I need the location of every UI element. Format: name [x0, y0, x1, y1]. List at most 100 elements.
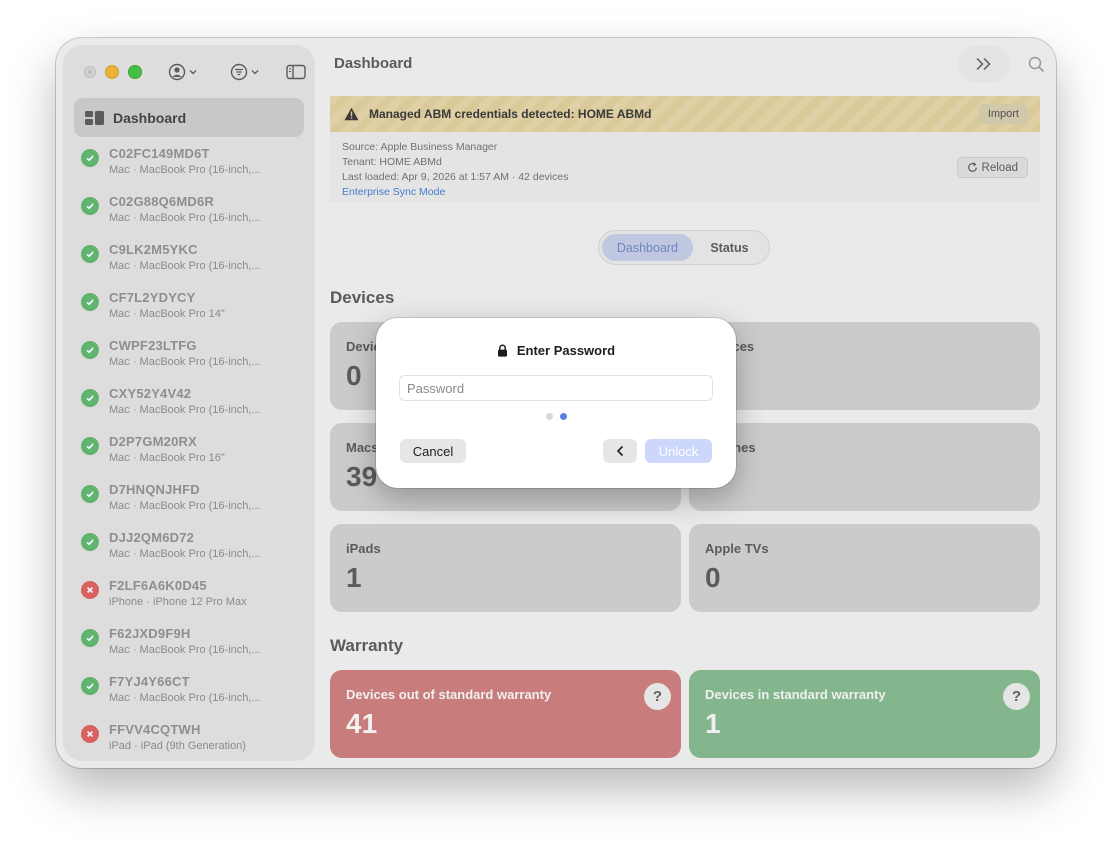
- source-info-panel: Source: Apple Business Manager Tenant: H…: [330, 132, 1040, 202]
- chevron-double-right-icon: [976, 57, 991, 71]
- reload-icon: [967, 162, 977, 172]
- toggle-sidebar-button[interactable]: [286, 62, 306, 82]
- minimize-window-button[interactable]: [105, 65, 119, 79]
- zoom-window-button[interactable]: [128, 65, 142, 79]
- device-model: Mac · MacBook Pro (16-inch,...: [109, 548, 261, 560]
- device-serial: C02G88Q6MD6R: [109, 194, 214, 209]
- card-label: Devices: [705, 339, 1024, 354]
- search-button[interactable]: [1018, 46, 1054, 82]
- sidebar: Dashboard C02FC149MD6T Mac · MacBook Pro …: [64, 46, 314, 760]
- device-serial: D7HNQNJHFD: [109, 482, 200, 497]
- settings-light-icon[interactable]: [83, 65, 97, 79]
- import-button[interactable]: Import: [978, 104, 1028, 124]
- checkmark-icon: [81, 341, 99, 359]
- device-model: Mac · MacBook Pro (16-inch,...: [109, 356, 261, 368]
- checkmark-icon: [81, 629, 99, 647]
- card-value: 1: [705, 708, 721, 739]
- device-serial: FFVV4CQTWH: [109, 722, 201, 737]
- sidebar-device-item[interactable]: D2P7GM20RX Mac · MacBook Pro 16": [81, 434, 306, 482]
- sidebar-device-item[interactable]: C02G88Q6MD6R Mac · MacBook Pro (16-inch,.…: [81, 194, 306, 242]
- card-value: 2: [705, 461, 1024, 493]
- page-indicator: [376, 413, 736, 420]
- lock-icon: [497, 344, 507, 357]
- tenant-text: Tenant: HOME ABMd: [342, 156, 442, 168]
- checkmark-icon: [81, 293, 99, 311]
- banner-message: Managed ABM credentials detected: HOME A…: [369, 107, 652, 121]
- dialog-title: Enter Password: [376, 343, 736, 358]
- sidebar-device-item[interactable]: C9LK2M5YKC Mac · MacBook Pro (16-inch,...: [81, 242, 306, 290]
- more-toolbar-items-button[interactable]: [958, 46, 1010, 82]
- device-serial: F62JXD9F9H: [109, 626, 191, 641]
- filter-icon: [230, 63, 248, 81]
- tab-status[interactable]: Status: [693, 234, 766, 261]
- cancel-button[interactable]: Cancel: [400, 439, 466, 463]
- person-circle-icon: [168, 63, 186, 81]
- checkmark-icon: [81, 197, 99, 215]
- sidebar-device-item[interactable]: C02FC149MD6T Mac · MacBook Pro (16-inch,.…: [81, 146, 306, 194]
- help-button[interactable]: ?: [644, 683, 671, 710]
- card-label: Devices out of standard warranty: [346, 687, 552, 702]
- sidebar-device-item[interactable]: FFVV4CQTWH iPad · iPad (9th Generation): [81, 722, 306, 760]
- card-label: iPhones: [705, 440, 1024, 455]
- device-serial: CWPF23LTFG: [109, 338, 197, 353]
- device-serial: D2P7GM20RX: [109, 434, 197, 449]
- sidebar-device-item[interactable]: F7YJ4Y66CT Mac · MacBook Pro (16-inch,...: [81, 674, 306, 722]
- enterprise-sync-mode-link[interactable]: Enterprise Sync Mode: [342, 185, 1028, 200]
- search-icon: [1028, 56, 1044, 72]
- error-x-icon: [81, 725, 99, 743]
- sidebar-device-item[interactable]: DJJ2QM6D72 Mac · MacBook Pro (16-inch,...: [81, 530, 306, 578]
- device-model: Mac · MacBook Pro (16-inch,...: [109, 260, 261, 272]
- card-value: 0: [705, 562, 721, 593]
- chevron-down-icon: [189, 70, 197, 75]
- apple-tvs-card: Apple TVs 0: [689, 524, 1040, 612]
- sidebar-device-item[interactable]: F62JXD9F9H Mac · MacBook Pro (16-inch,...: [81, 626, 306, 674]
- device-serial: F7YJ4Y66CT: [109, 674, 190, 689]
- last-loaded-text: Last loaded: Apr 9, 2026 at 1:57 AM · 42…: [342, 171, 569, 183]
- device-model: Mac · MacBook Pro (16-inch,...: [109, 404, 261, 416]
- account-menu-button[interactable]: [168, 62, 197, 82]
- unlock-button[interactable]: Unlock: [645, 439, 712, 463]
- sidebar-device-item[interactable]: CXY52Y4V42 Mac · MacBook Pro (16-inch,...: [81, 386, 306, 434]
- filter-menu-button[interactable]: [230, 62, 259, 82]
- device-serial: CXY52Y4V42: [109, 386, 192, 401]
- in-warranty-card: Devices in standard warranty 1 ?: [689, 670, 1040, 758]
- sidebar-device-item[interactable]: F2LF6A6K0D45 iPhone · iPhone 12 Pro Max: [81, 578, 306, 626]
- sidebar-device-item[interactable]: D7HNQNJHFD Mac · MacBook Pro (16-inch,...: [81, 482, 306, 530]
- out-of-warranty-card: Devices out of standard warranty 41 ?: [330, 670, 681, 758]
- password-input[interactable]: [399, 375, 713, 401]
- warranty-section-title: Warranty: [330, 636, 404, 655]
- help-button[interactable]: ?: [1003, 683, 1030, 710]
- device-model: Mac · MacBook Pro 14": [109, 308, 225, 320]
- checkmark-icon: [81, 149, 99, 167]
- device-model: Mac · MacBook Pro (16-inch,...: [109, 212, 261, 224]
- page-title: Dashboard: [334, 55, 413, 72]
- device-model: Mac · MacBook Pro (16-inch,...: [109, 644, 261, 656]
- tab-dashboard[interactable]: Dashboard: [602, 234, 693, 261]
- device-model: Mac · MacBook Pro (16-inch,...: [109, 500, 261, 512]
- sidebar-toggle-icon: [286, 64, 306, 80]
- checkmark-icon: [81, 389, 99, 407]
- sidebar-item-label: Dashboard: [113, 109, 187, 126]
- credentials-banner: Managed ABM credentials detected: HOME A…: [330, 96, 1040, 132]
- device-model: iPhone · iPhone 12 Pro Max: [109, 596, 247, 608]
- sidebar-device-item[interactable]: CWPF23LTFG Mac · MacBook Pro (16-inch,...: [81, 338, 306, 386]
- iphones-card: iPhones 2: [689, 423, 1040, 511]
- error-x-icon: [81, 581, 99, 599]
- checkmark-icon: [81, 437, 99, 455]
- device-model: iPad · iPad (9th Generation): [109, 740, 246, 752]
- sidebar-item-dashboard[interactable]: Dashboard: [74, 98, 304, 137]
- back-button[interactable]: [603, 439, 637, 463]
- dashboard-icon: [85, 110, 104, 125]
- reload-button[interactable]: Reload: [956, 157, 1028, 178]
- ipads-card: iPads 1: [330, 524, 681, 612]
- device-serial: F2LF6A6K0D45: [109, 578, 207, 593]
- device-model: Mac · MacBook Pro 16": [109, 452, 225, 464]
- card-value: 2: [705, 360, 1024, 392]
- page-dot: [545, 413, 553, 420]
- device-serial: CF7L2YDYCY: [109, 290, 196, 305]
- card-value: 41: [346, 708, 378, 739]
- device-model: Mac · MacBook Pro (16-inch,...: [109, 692, 261, 704]
- device-model: Mac · MacBook Pro (16-inch,...: [109, 164, 261, 176]
- device-serial: C02FC149MD6T: [109, 146, 210, 161]
- sidebar-device-item[interactable]: CF7L2YDYCY Mac · MacBook Pro 14": [81, 290, 306, 338]
